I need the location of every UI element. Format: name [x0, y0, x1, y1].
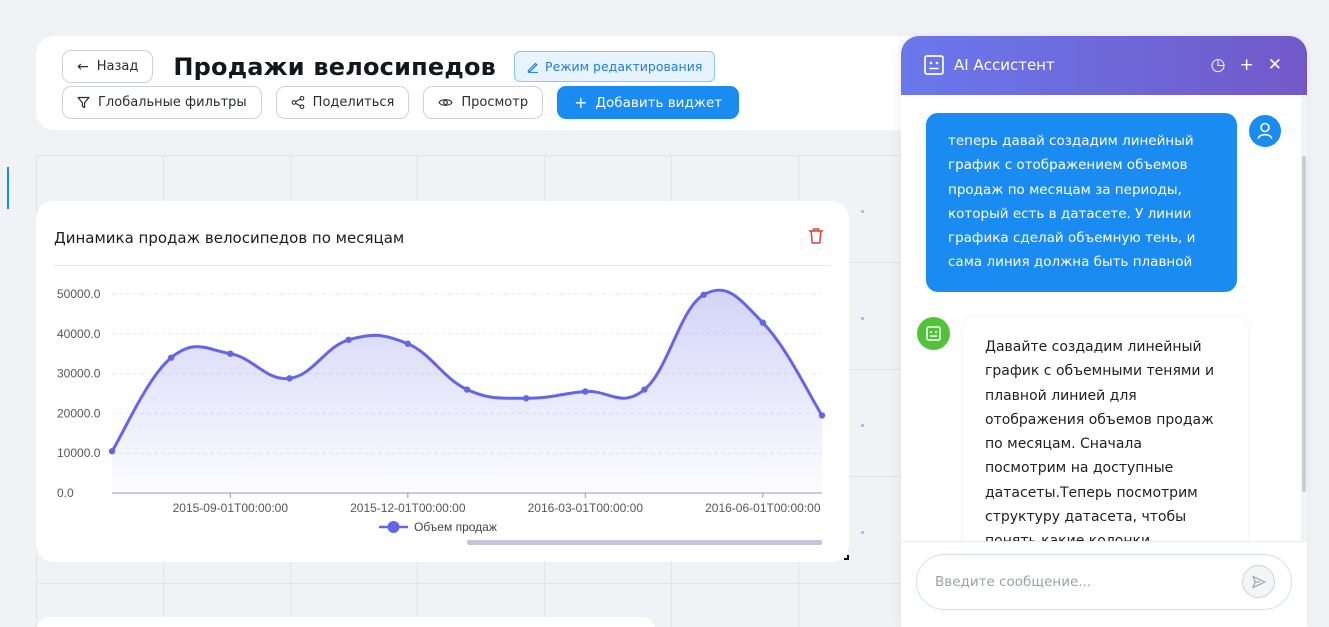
header-toolbar: Глобальные фильтры Поделиться Просмотр +…	[62, 86, 740, 119]
pencil-icon	[527, 62, 539, 73]
ai-assistant-panel: AI Ассистент ◷ + ✕ теперь давай создадим…	[901, 36, 1307, 627]
data-point[interactable]	[641, 386, 648, 393]
share-button-label: Поделиться	[312, 95, 395, 110]
assistant-title: AI Ассистент	[954, 56, 1055, 74]
chat-messages[interactable]: теперь давай создадим линейный график с …	[901, 95, 1307, 577]
share-icon	[291, 96, 305, 109]
add-widget-button[interactable]: + Добавить виджет	[557, 86, 740, 119]
bot-avatar	[917, 317, 950, 350]
add-widget-label: Добавить виджет	[595, 94, 723, 111]
legend-label: Объем продаж	[414, 520, 497, 534]
grid-dot	[861, 531, 864, 534]
y-tick-label: 20000.0	[57, 406, 101, 420]
send-icon	[1251, 575, 1266, 588]
edit-mode-button[interactable]: Режим редактирования	[514, 51, 716, 82]
message-input[interactable]	[916, 554, 1292, 610]
y-tick-label: 10000.0	[57, 446, 101, 460]
robot-icon	[926, 326, 941, 341]
back-button[interactable]: ← Назад	[62, 50, 154, 83]
data-point[interactable]	[818, 412, 826, 419]
data-point[interactable]	[286, 375, 293, 382]
data-point[interactable]	[759, 319, 767, 326]
global-filters-label: Глобальные фильтры	[98, 95, 247, 110]
x-tick-label: 2015-09-01T00:00:00	[173, 501, 289, 515]
plus-icon: +	[574, 93, 588, 112]
data-point[interactable]	[227, 350, 234, 357]
next-widget[interactable]	[36, 617, 656, 627]
filter-icon	[77, 96, 90, 109]
send-button[interactable]	[1242, 565, 1275, 598]
robot-icon	[924, 55, 944, 75]
sales-line-chart: 0.0 10000.0 20000.0 30000.0 40000.0 50000.0 2…	[57, 287, 826, 545]
back-button-label: Назад	[96, 59, 139, 74]
data-point[interactable]	[463, 386, 471, 393]
assistant-actions: ◷ + ✕	[1211, 52, 1282, 78]
widget-resize-handle[interactable]	[844, 555, 849, 560]
user-message: теперь давай создадим линейный график с …	[926, 113, 1237, 292]
user-avatar	[1249, 115, 1281, 147]
share-button[interactable]: Поделиться	[275, 86, 410, 119]
preview-button-label: Просмотр	[461, 95, 529, 110]
data-point[interactable]	[345, 336, 352, 343]
data-point[interactable]	[582, 388, 589, 395]
eye-icon	[438, 99, 453, 106]
legend-marker	[387, 521, 400, 533]
data-point[interactable]	[404, 340, 412, 347]
header-title-row: ← Назад Продажи велосипедов Режим редакт…	[62, 50, 716, 83]
data-point[interactable]	[108, 448, 116, 455]
data-point[interactable]	[700, 291, 707, 298]
close-icon[interactable]: ✕	[1268, 52, 1282, 78]
grid-dot	[861, 424, 864, 427]
y-tick-label: 0.0	[57, 486, 74, 500]
preview-button[interactable]: Просмотр	[423, 86, 544, 119]
global-filters-button[interactable]: Глобальные фильтры	[62, 86, 262, 119]
assistant-message: Давайте создадим линейный график с объем…	[963, 317, 1248, 577]
user-icon	[1257, 122, 1273, 139]
assistant-header: AI Ассистент ◷ + ✕	[901, 36, 1307, 95]
dashboard-header: ← Назад Продажи велосипедов Режим редакт…	[36, 36, 936, 130]
page-title: Продажи велосипедов	[173, 52, 497, 81]
grid-dot	[861, 210, 864, 213]
chart-legend[interactable]: Объем продаж	[379, 520, 497, 534]
y-tick-label: 40000.0	[57, 327, 101, 341]
x-tick-label: 2016-03-01T00:00:00	[528, 501, 644, 515]
x-tick-label: 2016-06-01T00:00:00	[705, 501, 821, 515]
grid-dot	[861, 317, 864, 320]
arrow-left-icon: ←	[77, 58, 89, 75]
y-tick-label: 50000.0	[57, 287, 101, 301]
new-chat-icon[interactable]: +	[1240, 52, 1254, 78]
chat-scrollbar[interactable]	[1302, 156, 1306, 492]
chart-widget[interactable]: Динамика продаж велосипедов по месяцам 0…	[36, 201, 849, 562]
history-icon[interactable]: ◷	[1211, 52, 1226, 78]
x-tick-label: 2015-12-01T00:00:00	[350, 501, 466, 515]
edit-mode-label: Режим редактирования	[545, 59, 703, 74]
data-point[interactable]	[167, 354, 175, 361]
y-tick-label: 30000.0	[57, 367, 101, 381]
data-zoom-slider[interactable]	[467, 540, 822, 545]
chat-footer	[901, 541, 1307, 627]
canvas-edge-marker	[7, 167, 9, 209]
data-point[interactable]	[522, 395, 530, 402]
